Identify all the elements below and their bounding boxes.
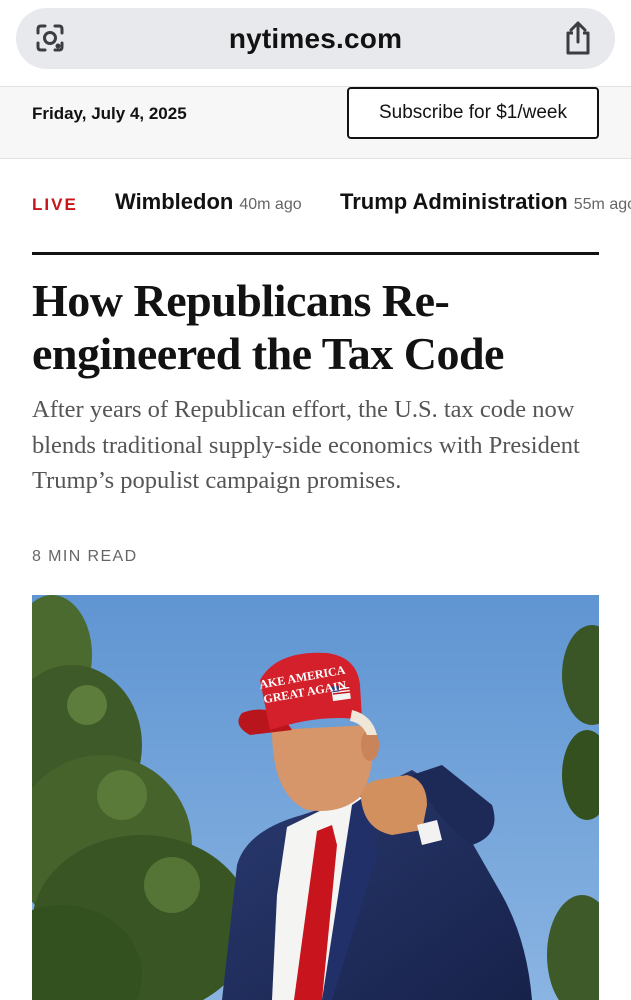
ticker-item-time: 40m ago — [239, 196, 302, 213]
live-ticker: LIVE Wimbledon 40m ago Trump Administrati… — [0, 159, 631, 249]
headline-line: engineered the Tax Code — [32, 328, 504, 379]
current-date: Friday, July 4, 2025 — [32, 104, 187, 123]
article-headline[interactable]: How Republicans Re- engineered the Tax C… — [32, 274, 599, 380]
ticker-item-time: 55m ago — [573, 196, 631, 213]
ticker-item-wimbledon[interactable]: Wimbledon 40m ago — [115, 189, 302, 215]
ticker-item-title: Trump Administration — [340, 189, 568, 214]
ticker-item-title: Wimbledon — [115, 189, 234, 214]
subscribe-button[interactable]: Subscribe for $1/week — [347, 87, 599, 139]
date-bar: Friday, July 4, 2025 Subscribe for $1/we… — [0, 86, 631, 159]
share-icon[interactable] — [562, 20, 594, 56]
read-time: 8 MIN READ — [32, 548, 138, 565]
live-label: LIVE — [32, 195, 78, 214]
ticker-item-trump-administration[interactable]: Trump Administration 55m ago — [340, 189, 631, 215]
browser-address-bar: nytimes.com — [0, 0, 631, 86]
headline-line: How Republicans Re- — [32, 275, 450, 326]
photo-illustration: AKE AMERICA GREAT AGAIN — [32, 595, 599, 1000]
section-divider — [32, 252, 599, 255]
lead-photo[interactable]: AKE AMERICA GREAT AGAIN — [32, 595, 599, 1000]
url-text[interactable]: nytimes.com — [0, 8, 631, 69]
article-summary: After years of Republican effort, the U.… — [32, 396, 580, 494]
